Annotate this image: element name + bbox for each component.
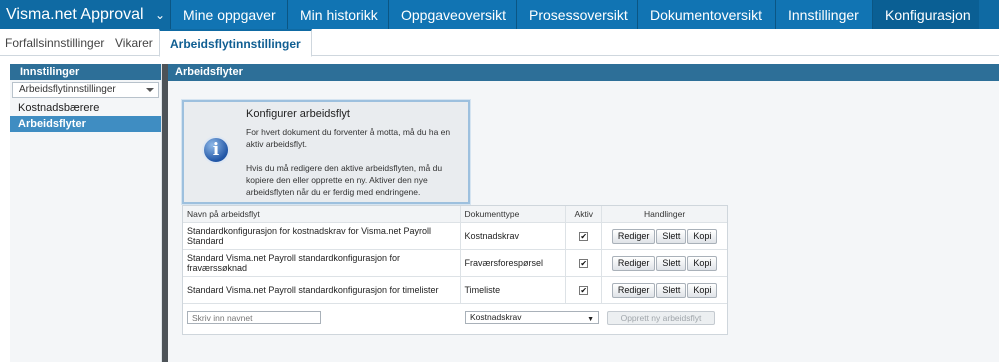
create-workflow-button[interactable]: Opprett ny arbeidsflyt bbox=[607, 311, 715, 325]
column-header-actions: Handlinger bbox=[644, 209, 686, 219]
edit-button[interactable]: Rediger bbox=[611, 228, 656, 244]
settings-category-value: Arbeidsflytinnstillinger bbox=[19, 84, 116, 95]
tab-arbeidsflytinnstillinger[interactable]: Arbeidsflytinnstillinger bbox=[159, 29, 312, 57]
copy-button[interactable]: Kopi bbox=[687, 228, 718, 244]
main-content: Arbeidsflyter i Konfigurer arbeidsflyt F… bbox=[168, 64, 999, 362]
app-title-menu[interactable]: Visma.net Approval ⌄ bbox=[0, 0, 170, 29]
document-type-value: Kostnadskrav bbox=[470, 312, 522, 322]
active-cell: ✔ bbox=[566, 223, 603, 249]
table-row: Standard Visma.net Payroll standardkonfi… bbox=[183, 250, 727, 277]
delete-button[interactable]: Slett bbox=[656, 282, 687, 298]
workflow-name: Standard Visma.net Payroll standardkonfi… bbox=[183, 250, 462, 276]
nav-konfigurasjon[interactable]: Konfigurasjon bbox=[872, 0, 979, 29]
active-checkbox[interactable]: ✔ bbox=[579, 231, 589, 241]
active-cell: ✔ bbox=[566, 277, 603, 303]
page-title: Arbeidsflyter bbox=[168, 64, 999, 81]
row-actions: Rediger Slett Kopi bbox=[602, 277, 727, 303]
active-checkbox[interactable]: ✔ bbox=[579, 285, 589, 295]
info-icon: i bbox=[202, 136, 230, 164]
dropdown-arrow-icon bbox=[146, 88, 154, 92]
copy-button[interactable]: Kopi bbox=[687, 255, 718, 271]
edit-button[interactable]: Rediger bbox=[611, 255, 656, 271]
column-header-type: Dokumenttype bbox=[461, 206, 567, 222]
document-type: Timeliste bbox=[461, 277, 567, 303]
table-header-row: Navn på arbeidsflyt Dokumenttype Aktiv H… bbox=[183, 206, 727, 223]
info-text-2: Hvis du må redigere den aktive arbeidsfl… bbox=[246, 163, 443, 197]
nav-prosessoversikt[interactable]: Prosessoversikt bbox=[516, 0, 637, 29]
document-type: Fraværsforespørsel bbox=[461, 250, 567, 276]
delete-button[interactable]: Slett bbox=[656, 228, 687, 244]
info-text-1: For hvert dokument du forventer å motta,… bbox=[246, 127, 451, 149]
nav-min-historikk[interactable]: Min historikk bbox=[287, 0, 388, 29]
edit-button[interactable]: Rediger bbox=[611, 282, 656, 298]
table-row: Standardkonfigurasjon for kostnadskrav f… bbox=[183, 223, 727, 250]
workflow-name: Standard Visma.net Payroll standardkonfi… bbox=[183, 277, 462, 303]
table-row: Standard Visma.net Payroll standardkonfi… bbox=[183, 277, 727, 304]
dropdown-arrow-icon: ▼ bbox=[587, 316, 594, 323]
settings-sidebar: Innstilinger Arbeidsflytinnstillinger Ko… bbox=[10, 64, 162, 362]
new-workflow-row: Kostnadskrav ▼ Opprett ny arbeidsflyt bbox=[183, 304, 727, 334]
nav-oppgaveoversikt[interactable]: Oppgaveoversikt bbox=[388, 0, 516, 29]
nav-innstillinger[interactable]: Innstillinger bbox=[775, 0, 872, 29]
settings-category-select[interactable]: Arbeidsflytinnstillinger bbox=[12, 82, 159, 98]
active-checkbox[interactable]: ✔ bbox=[579, 258, 589, 268]
row-actions: Rediger Slett Kopi bbox=[602, 250, 727, 276]
document-type: Kostnadskrav bbox=[461, 223, 567, 249]
app-title: Visma.net Approval bbox=[6, 5, 144, 23]
tab-forfallsinnstillinger[interactable]: Forfallsinnstillinger bbox=[5, 29, 104, 56]
document-type-select[interactable]: Kostnadskrav ▼ bbox=[465, 311, 599, 324]
sidebar-item-kostnadsbaerere[interactable]: Kostnadsbærere bbox=[10, 100, 161, 116]
delete-button[interactable]: Slett bbox=[656, 255, 687, 271]
sidebar-header: Innstilinger bbox=[10, 64, 161, 80]
workflow-name-input[interactable] bbox=[187, 311, 321, 324]
sidebar-item-arbeidsflyter[interactable]: Arbeidsflyter bbox=[10, 116, 161, 132]
workflow-table: Navn på arbeidsflyt Dokumenttype Aktiv H… bbox=[182, 205, 728, 335]
column-header-active: Aktiv bbox=[566, 206, 603, 222]
info-title: Konfigurer arbeidsflyt bbox=[246, 108, 350, 120]
workflow-name: Standardkonfigurasjon for kostnadskrav f… bbox=[183, 223, 462, 249]
tab-vikarer[interactable]: Vikarer bbox=[115, 29, 153, 56]
copy-button[interactable]: Kopi bbox=[687, 282, 718, 298]
column-header-name: Navn på arbeidsflyt bbox=[183, 206, 462, 222]
top-navigation-bar: Visma.net Approval ⌄ Mine oppgaver Min h… bbox=[0, 0, 999, 29]
nav-dokumentoversikt[interactable]: Dokumentoversikt bbox=[637, 0, 775, 29]
nav-mine-oppgaver[interactable]: Mine oppgaver bbox=[170, 0, 287, 29]
sub-tabs: Forfallsinnstillinger Vikarer Arbeidsfly… bbox=[0, 29, 999, 57]
active-cell: ✔ bbox=[566, 250, 603, 276]
info-panel: i Konfigurer arbeidsflyt For hvert dokum… bbox=[182, 100, 470, 204]
chevron-down-icon[interactable]: ⌄ bbox=[150, 8, 170, 22]
row-actions: Rediger Slett Kopi bbox=[602, 223, 727, 249]
